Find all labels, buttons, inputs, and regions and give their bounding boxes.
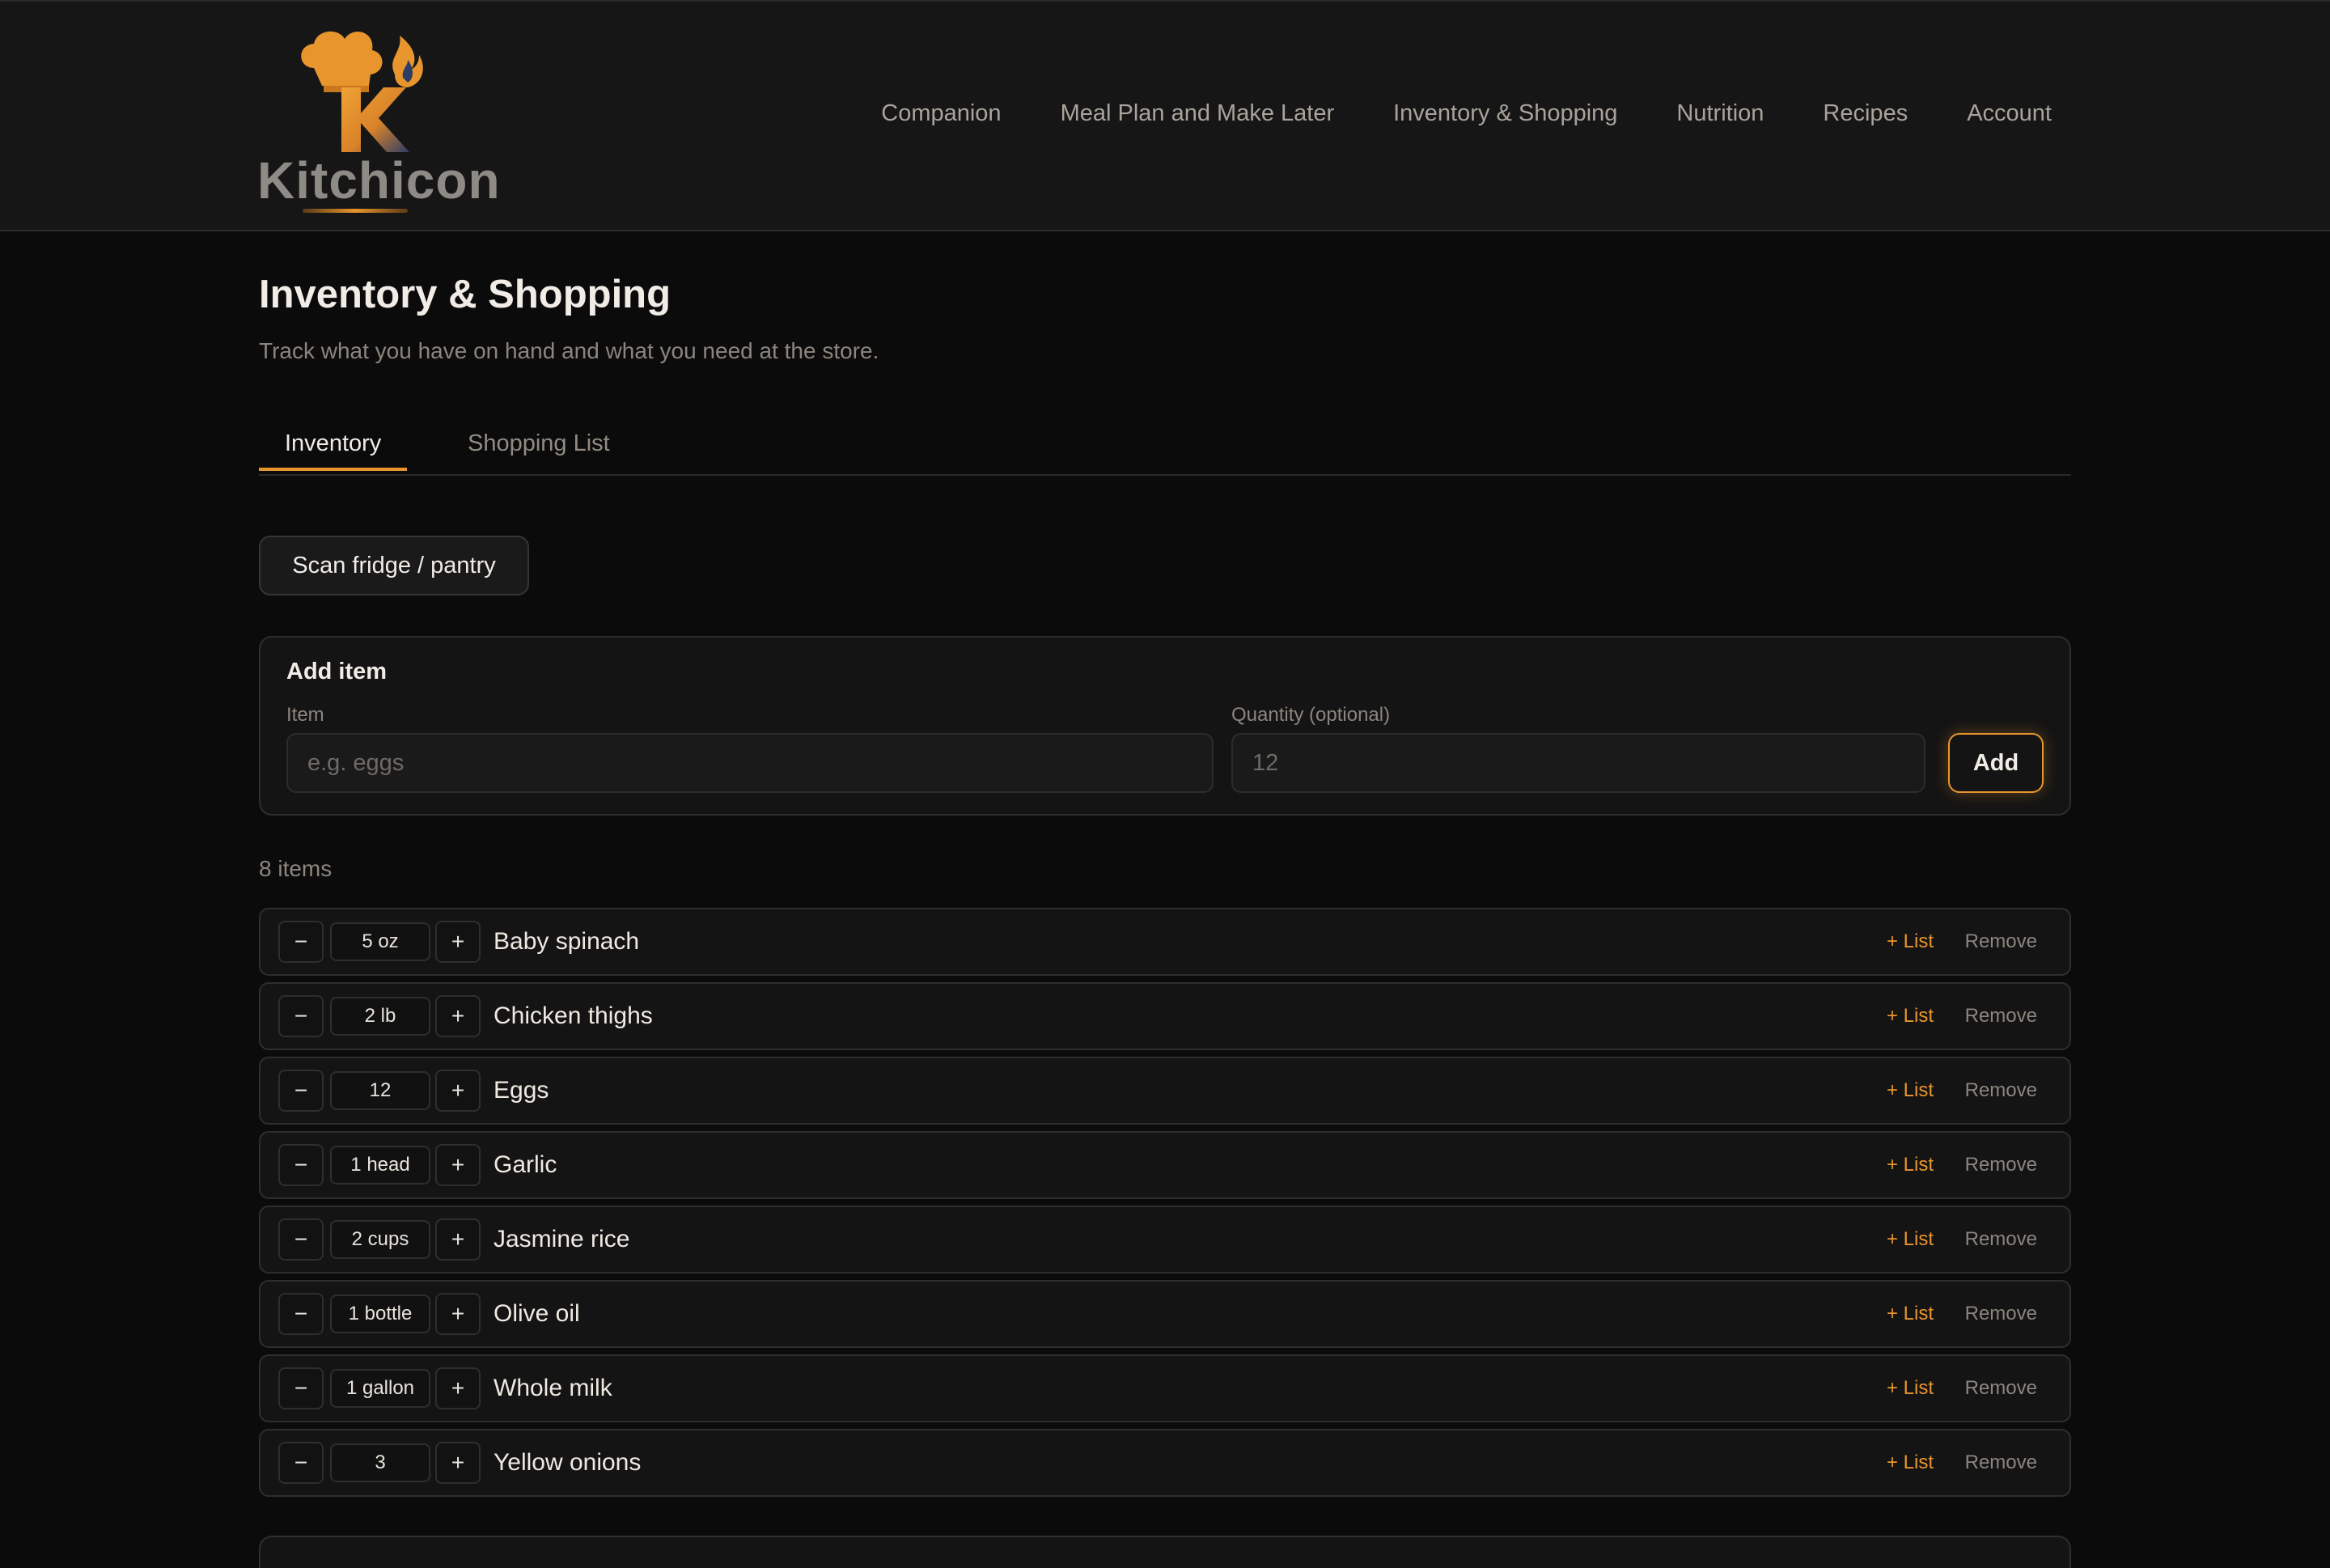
decrement-button[interactable]: −	[278, 1218, 324, 1261]
inventory-row: − 12 + Eggs + List Remove	[259, 1057, 2071, 1125]
remove-button[interactable]: Remove	[1965, 1356, 2037, 1421]
quantity-value[interactable]: 1 gallon	[330, 1369, 430, 1408]
quantity-placeholder: 12	[1252, 750, 1279, 776]
quantity-value[interactable]: 1 head	[330, 1146, 430, 1184]
item-input[interactable]: e.g. eggs	[286, 733, 1214, 793]
increment-button[interactable]: +	[435, 921, 481, 963]
item-count: 8 items	[259, 856, 333, 881]
nav-recipes[interactable]: Recipes	[1823, 100, 1908, 127]
item-name: Chicken thighs	[494, 1002, 653, 1029]
increment-button[interactable]: +	[435, 1144, 481, 1186]
increment-button[interactable]: +	[435, 1070, 481, 1112]
remove-button[interactable]: Remove	[1965, 1430, 2037, 1495]
decrement-button[interactable]: −	[278, 1070, 324, 1112]
quantity-label: Quantity (optional)	[1231, 704, 1391, 726]
add-to-list-button[interactable]: + List	[1887, 1430, 1934, 1495]
inventory-row: − 1 gallon + Whole milk + List Remove	[259, 1354, 2071, 1422]
item-name: Baby spinach	[494, 928, 640, 955]
add-to-list-button[interactable]: + List	[1887, 1207, 1934, 1272]
scan-fridge-button[interactable]: Scan fridge / pantry	[259, 536, 529, 595]
remove-button[interactable]: Remove	[1965, 984, 2037, 1049]
nav-nutrition[interactable]: Nutrition	[1676, 100, 1764, 127]
item-name: Eggs	[494, 1077, 549, 1104]
tab-shopping-list[interactable]: Shopping List	[442, 426, 636, 473]
decrement-button[interactable]: −	[278, 1293, 324, 1335]
item-name: Garlic	[494, 1151, 557, 1178]
quantity-value[interactable]: 2 lb	[330, 997, 430, 1036]
increment-button[interactable]: +	[435, 1442, 481, 1484]
inventory-row: − 3 + Yellow onions + List Remove	[259, 1429, 2071, 1497]
chef-hat-k-icon	[301, 31, 423, 152]
nav-account[interactable]: Account	[1967, 100, 2052, 127]
main-nav: Companion Meal Plan and Make Later Inven…	[881, 100, 2052, 127]
increment-button[interactable]: +	[435, 995, 481, 1037]
page-subtitle: Track what you have on hand and what you…	[259, 338, 879, 363]
add-item-title: Add item	[286, 659, 388, 684]
brand-underline	[303, 209, 408, 213]
remove-button[interactable]: Remove	[1965, 1207, 2037, 1272]
increment-button[interactable]: +	[435, 1367, 481, 1409]
decrement-button[interactable]: −	[278, 1442, 324, 1484]
quantity-input[interactable]: 12	[1231, 733, 1925, 793]
add-to-list-button[interactable]: + List	[1887, 1133, 1934, 1197]
add-to-list-button[interactable]: + List	[1887, 984, 1934, 1049]
quantity-value[interactable]: 12	[330, 1071, 430, 1110]
remove-button[interactable]: Remove	[1965, 909, 2037, 974]
add-to-list-button[interactable]: + List	[1887, 1282, 1934, 1346]
nav-companion[interactable]: Companion	[881, 100, 1001, 127]
next-section-card	[259, 1536, 2071, 1568]
quantity-value[interactable]: 2 cups	[330, 1220, 430, 1259]
add-item-card: Add item Item e.g. eggs Quantity (option…	[259, 636, 2071, 816]
item-label: Item	[286, 704, 324, 726]
quantity-value[interactable]: 3	[330, 1443, 430, 1482]
kitchicon-logo[interactable]: Kitchicon	[257, 18, 501, 220]
tab-inventory[interactable]: Inventory	[259, 426, 408, 471]
add-to-list-button[interactable]: + List	[1887, 1058, 1934, 1123]
remove-button[interactable]: Remove	[1965, 1133, 2037, 1197]
add-button[interactable]: Add	[1948, 733, 2044, 793]
inventory-row: − 5 oz + Baby spinach + List Remove	[259, 908, 2071, 976]
add-to-list-button[interactable]: + List	[1887, 1356, 1934, 1421]
nav-meal-plan[interactable]: Meal Plan and Make Later	[1061, 100, 1335, 127]
quantity-value[interactable]: 1 bottle	[330, 1295, 430, 1333]
add-to-list-button[interactable]: + List	[1887, 909, 1934, 974]
item-placeholder: e.g. eggs	[307, 750, 405, 776]
decrement-button[interactable]: −	[278, 995, 324, 1037]
decrement-button[interactable]: −	[278, 1367, 324, 1409]
increment-button[interactable]: +	[435, 1293, 481, 1335]
remove-button[interactable]: Remove	[1965, 1058, 2037, 1123]
nav-inventory-shopping[interactable]: Inventory & Shopping	[1393, 100, 1617, 127]
remove-button[interactable]: Remove	[1965, 1282, 2037, 1346]
brand-wordmark: Kitchicon	[257, 151, 501, 210]
item-name: Jasmine rice	[494, 1226, 630, 1252]
inventory-row: − 1 head + Garlic + List Remove	[259, 1131, 2071, 1199]
inventory-row: − 2 lb + Chicken thighs + List Remove	[259, 982, 2071, 1050]
increment-button[interactable]: +	[435, 1218, 481, 1261]
inventory-row: − 2 cups + Jasmine rice + List Remove	[259, 1206, 2071, 1273]
top-navigation-bar: Kitchicon Companion Meal Plan and Make L…	[0, 0, 2330, 231]
inventory-row: − 1 bottle + Olive oil + List Remove	[259, 1280, 2071, 1348]
item-name: Olive oil	[494, 1300, 580, 1327]
page-title: Inventory & Shopping	[259, 273, 671, 316]
item-name: Whole milk	[494, 1375, 612, 1401]
decrement-button[interactable]: −	[278, 921, 324, 963]
tab-bar: Inventory Shopping List	[259, 426, 2071, 476]
item-name: Yellow onions	[494, 1449, 642, 1476]
quantity-value[interactable]: 5 oz	[330, 922, 430, 961]
decrement-button[interactable]: −	[278, 1144, 324, 1186]
